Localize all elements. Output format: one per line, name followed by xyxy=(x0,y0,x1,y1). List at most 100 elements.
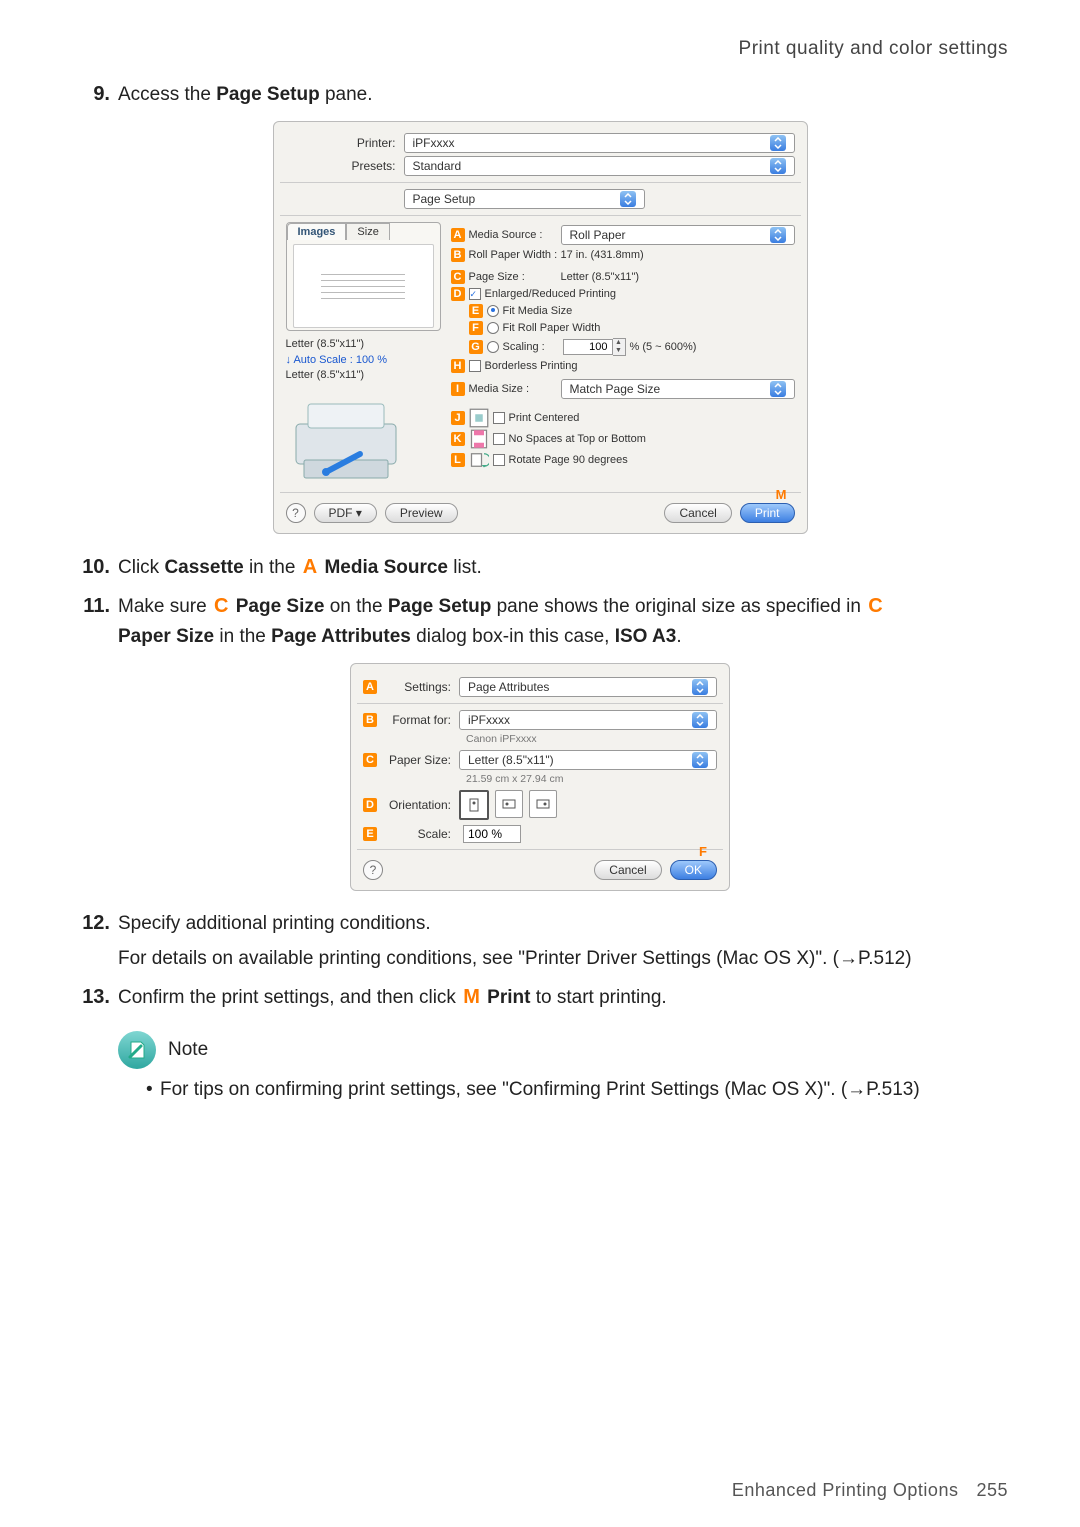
enlarged-reduced-checkbox[interactable] xyxy=(469,288,481,300)
s11-l2-3: dialog box-in this case, xyxy=(411,626,615,647)
step-9-number: 9. xyxy=(72,83,118,106)
step9-c: pane. xyxy=(320,84,373,105)
scale-input[interactable] xyxy=(463,825,521,843)
s11-l1-4: on the xyxy=(324,596,387,617)
fit-media-size-label: Fit Media Size xyxy=(503,305,573,317)
print-centered-checkbox[interactable] xyxy=(493,412,505,424)
ok-button[interactable]: OK xyxy=(670,860,717,880)
s11-l1-5: Page Setup xyxy=(388,596,491,617)
paper-size-sublabel: 21.59 cm x 27.94 cm xyxy=(466,773,717,785)
page-attributes-dialog: A Settings: Page Attributes B Format for… xyxy=(350,663,730,891)
media-size-value: Match Page Size xyxy=(570,382,661,396)
step-12-detail: For details on available printing condit… xyxy=(118,944,1008,973)
callout-B2: B xyxy=(363,713,377,727)
preview-button[interactable]: Preview xyxy=(385,503,458,523)
bullet-dot-icon: • xyxy=(146,1075,160,1104)
pane-select[interactable]: Page Setup xyxy=(404,189,646,209)
s10-p5: Media Source xyxy=(324,557,448,578)
presets-select[interactable]: Standard xyxy=(404,156,795,176)
help-button-2[interactable]: ? xyxy=(363,860,383,880)
note-icon xyxy=(118,1031,156,1069)
rotate-90-checkbox[interactable] xyxy=(493,454,505,466)
printer-label: Printer: xyxy=(286,136,404,150)
print-button[interactable]: Print xyxy=(740,503,795,523)
step-13-text: Confirm the print settings, and then cli… xyxy=(118,982,667,1013)
callout-J: J xyxy=(451,411,465,425)
media-size-select[interactable]: Match Page Size xyxy=(561,379,795,399)
format-for-select[interactable]: iPFxxxx xyxy=(459,710,717,730)
settings-value: Page Attributes xyxy=(468,680,549,694)
printer-illustration-icon xyxy=(286,394,406,486)
s13-p0: Confirm the print settings, and then cli… xyxy=(118,987,461,1008)
scaling-input[interactable] xyxy=(563,339,613,355)
chevron-updown-icon xyxy=(770,381,786,397)
help-button[interactable]: ? xyxy=(286,503,306,523)
portrait-icon xyxy=(466,797,482,813)
callout-E: E xyxy=(469,304,483,318)
chevron-updown-icon xyxy=(620,191,636,207)
page-header: Print quality and color settings xyxy=(72,38,1008,60)
stepper-arrows-icon[interactable]: ▲▼ xyxy=(613,338,626,356)
callout-G: G xyxy=(469,340,483,354)
step-13-number: 13. xyxy=(72,986,118,1009)
callout-M: M xyxy=(776,487,787,502)
no-spaces-checkbox[interactable] xyxy=(493,433,505,445)
scaling-stepper[interactable]: ▲▼ xyxy=(563,338,626,356)
printer-value: iPFxxxx xyxy=(413,136,455,150)
s10-A: A xyxy=(301,556,319,578)
callout-F2: F xyxy=(699,844,707,859)
step-12-number: 12. xyxy=(72,912,118,935)
tab-images[interactable]: Images xyxy=(287,223,347,240)
s10-p6: list. xyxy=(448,557,482,578)
chevron-updown-icon xyxy=(770,227,786,243)
page-footer: Enhanced Printing Options 255 xyxy=(732,1480,1008,1501)
step9-bold: Page Setup xyxy=(216,84,319,105)
paper-size-label: Paper Size: xyxy=(381,753,459,767)
callout-D: D xyxy=(451,287,465,301)
callout-F: F xyxy=(469,321,483,335)
paper-size-select[interactable]: Letter (8.5"x11") xyxy=(459,750,717,770)
callout-C: C xyxy=(451,270,465,284)
cancel-button-2[interactable]: Cancel xyxy=(594,860,661,880)
printer-select[interactable]: iPFxxxx xyxy=(404,133,795,153)
callout-B: B xyxy=(451,248,465,262)
orientation-landscape-button[interactable] xyxy=(495,790,523,818)
chevron-updown-icon xyxy=(692,712,708,728)
step-11-number: 11. xyxy=(72,595,118,618)
media-source-select[interactable]: Roll Paper xyxy=(561,225,795,245)
pdf-button[interactable]: PDF ▾ xyxy=(314,503,377,523)
s10-p0: Click xyxy=(118,557,164,578)
presets-label: Presets: xyxy=(286,159,404,173)
left-info-line2-txt: Auto Scale : 100 % xyxy=(293,354,387,366)
chevron-updown-icon xyxy=(692,752,708,768)
footer-page-number: 255 xyxy=(976,1480,1008,1501)
rotate-90-icon xyxy=(469,451,489,469)
paper-size-value: Letter (8.5"x11") xyxy=(468,753,554,767)
left-info-line1: Letter (8.5"x11") xyxy=(286,337,441,352)
step-12: 12. Specify additional printing conditio… xyxy=(72,909,1008,938)
orientation-portrait-button[interactable] xyxy=(459,790,489,820)
callout-H: H xyxy=(451,359,465,373)
left-panel: Images Size Letter (8.5"x11") ↓ Auto Sca… xyxy=(286,222,449,485)
step-10-text: Click Cassette in the A Media Source lis… xyxy=(118,552,482,583)
scaling-radio[interactable] xyxy=(487,341,499,353)
orientation-reverse-landscape-button[interactable] xyxy=(529,790,557,818)
settings-select[interactable]: Page Attributes xyxy=(459,677,717,697)
s11-l2-4: ISO A3 xyxy=(615,626,677,647)
cancel-button[interactable]: Cancel xyxy=(664,503,731,523)
pane-value: Page Setup xyxy=(413,192,476,206)
rotate-90-label: Rotate Page 90 degrees xyxy=(509,454,628,466)
format-for-value: iPFxxxx xyxy=(468,713,510,727)
s11-l2-5: . xyxy=(676,626,681,647)
presets-value: Standard xyxy=(413,159,462,173)
step-10: 10. Click Cassette in the A Media Source… xyxy=(72,552,1008,583)
fit-media-size-radio[interactable] xyxy=(487,305,499,317)
print-centered-label: Print Centered xyxy=(509,412,580,424)
tab-size[interactable]: Size xyxy=(346,223,389,240)
borderless-checkbox[interactable] xyxy=(469,360,481,372)
no-spaces-icon xyxy=(469,430,489,448)
fit-roll-width-radio[interactable] xyxy=(487,322,499,334)
step-11-text: Make sure C Page Size on the Page Setup … xyxy=(118,591,885,651)
s11-l1-6: pane shows the original size as specifie… xyxy=(491,596,866,617)
media-size-label: Media Size : xyxy=(469,383,561,395)
